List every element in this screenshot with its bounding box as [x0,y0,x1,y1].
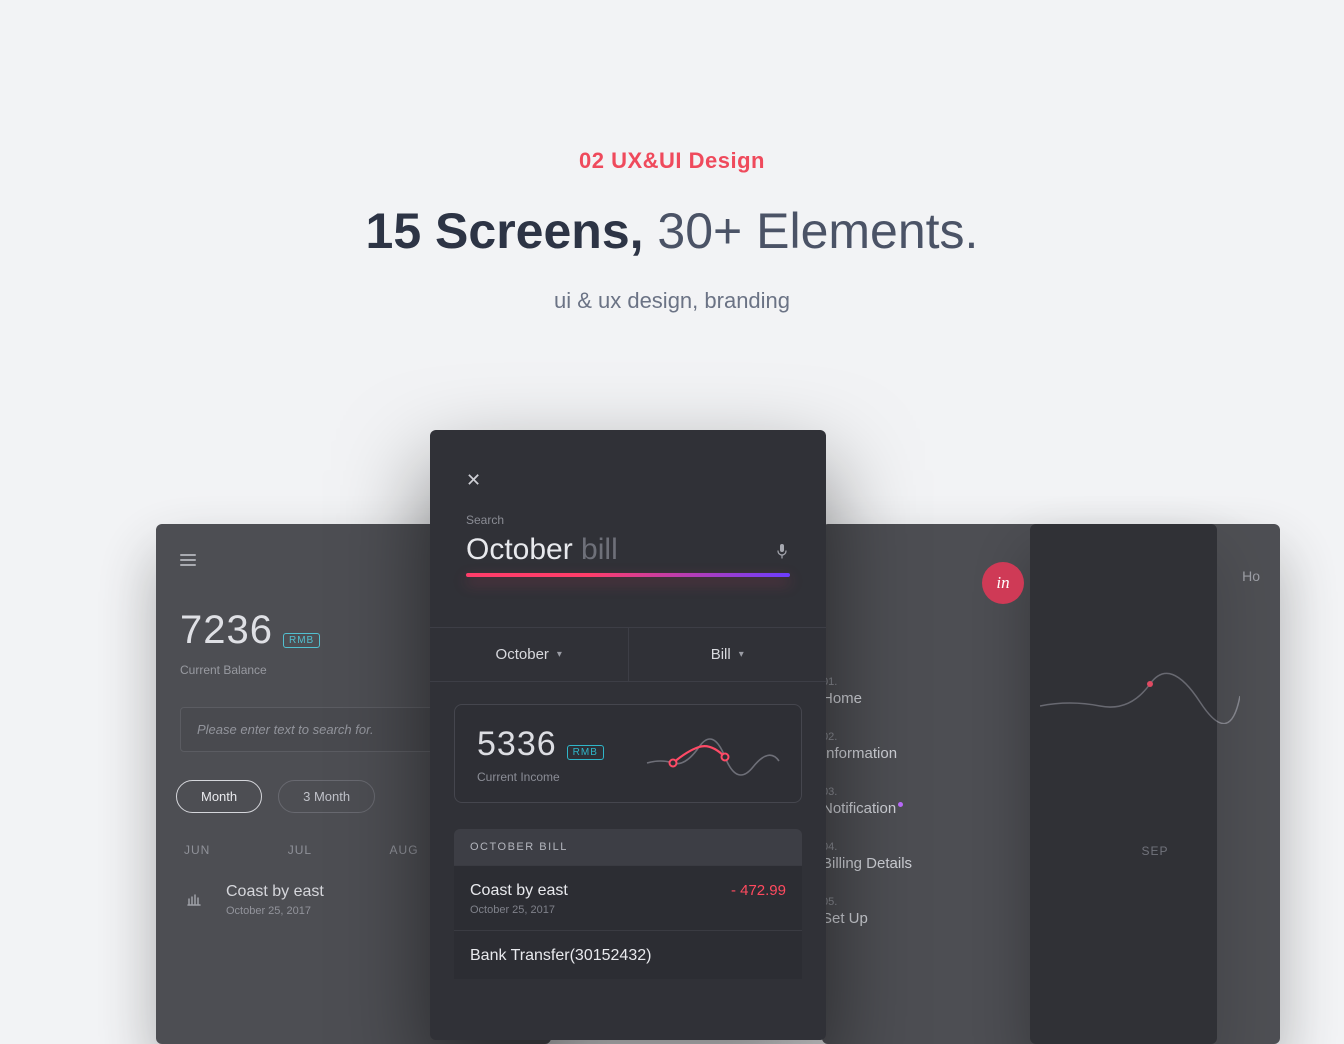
tab-month[interactable]: Month [176,780,262,813]
type-selector[interactable]: Bill ▾ [628,628,827,681]
transaction-icon [180,885,208,913]
search-label: Search [430,491,826,527]
tab-3month[interactable]: 3 Month [278,780,375,813]
close-icon[interactable]: ✕ [466,470,481,490]
chevron-down-icon: ▾ [739,649,744,660]
headline-strong: 15 Screens, [366,203,644,259]
bill-row[interactable]: Bank Transfer(30152432) [454,930,802,979]
bill-row-title: Bank Transfer(30152432) [470,947,651,965]
currency-badge: RMB [283,633,320,648]
currency-badge: RMB [567,745,604,760]
invision-badge[interactable]: in [982,562,1024,604]
microphone-icon[interactable] [776,543,788,562]
screen-search: ✕ Search October bill October ▾ Bill ▾ [430,430,826,1040]
chevron-down-icon: ▾ [557,649,562,660]
page-subtitle: ui & ux design, branding [0,288,1344,314]
balance-amount: 7236 [180,608,273,653]
bill-row-date: October 25, 2017 [470,904,568,916]
month-label: SEP [1141,844,1168,858]
type-selector-label: Bill [711,646,731,663]
month-selector-label: October [496,646,549,663]
bill-row-title: Coast by east [470,882,568,900]
income-sparkline [643,733,783,777]
transaction-date: October 25, 2017 [226,905,324,917]
income-card: 5336 RMB Current Income [454,704,802,803]
search-typed-text: October [466,533,573,566]
month-label: JUL [288,843,312,857]
month-selector[interactable]: October ▾ [430,628,628,681]
month-label: AUG [390,843,419,857]
month-label: JUN [184,843,210,857]
transaction-title: Coast by east [226,883,324,901]
section-tag: 02 UX&UI Design [0,148,1344,174]
headline-light: 30+ Elements. [644,203,979,259]
income-amount: 5336 [477,725,557,764]
bill-row[interactable]: Coast by east October 25, 2017 - 472.99 [454,865,802,930]
search-suggestion-text: bill [573,533,618,566]
bill-row-amount: - 472.99 [731,882,786,899]
notification-dot-icon [898,802,903,807]
search-underline [466,573,790,577]
bill-section-header: OCTOBER BILL [454,829,802,865]
screen-title-partial: Ho [1242,568,1260,584]
screen-overview-partial: Ho SEP [1030,524,1280,1044]
page-headline: 15 Screens, 30+ Elements. [0,202,1344,260]
hamburger-icon[interactable] [180,554,196,566]
overview-sparkline [1040,664,1240,724]
search-field[interactable]: October bill [466,533,790,587]
